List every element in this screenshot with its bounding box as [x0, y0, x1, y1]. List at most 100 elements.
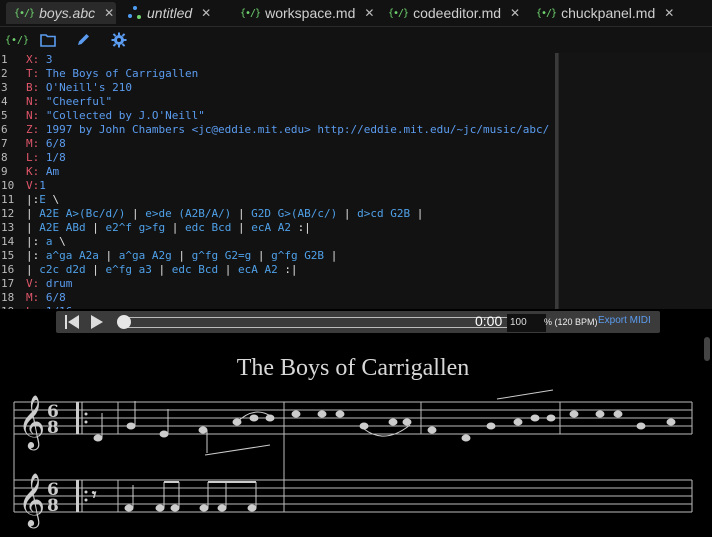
abc-music-token: e>de (A2B/A/) [138, 207, 238, 220]
tab-label: workspace.md [265, 5, 356, 21]
line-gutter: 12345678910111213141516171819 [0, 53, 26, 309]
chuck-logo-icon: {•/} [536, 7, 557, 19]
line-number: 10 [1, 179, 15, 192]
code-line[interactable]: L: 1/8 [26, 151, 556, 165]
code-line[interactable]: | c2c d2d | e^fg a3 | edc Bcd | ecA A2 :… [26, 263, 556, 277]
abc-music-token: | [343, 207, 351, 220]
code-line[interactable]: N: "Collected by J.O'Neill" [26, 109, 556, 123]
chuck-logo-icon[interactable]: {•/} [5, 31, 29, 49]
close-icon[interactable]: ✕ [664, 6, 674, 20]
line-number: 17 [1, 277, 15, 290]
line-number: 15 [1, 249, 15, 262]
code-line[interactable]: M: 6/8 [26, 291, 556, 305]
tab-boys-abc[interactable]: {•/} boys.abc ✕ [6, 2, 116, 24]
export-midi-link[interactable]: Export MIDI [598, 315, 651, 326]
bpm-label: % (120 BPM) [544, 317, 598, 327]
abc-field-key: M: [26, 291, 40, 304]
code-line[interactable]: B: O'Neill's 210 [26, 81, 556, 95]
abc-music-token: | [92, 221, 99, 234]
code-line[interactable]: M: 6/8 [26, 137, 556, 151]
abc-music-token: d>cd G2B [350, 207, 417, 220]
abc-field-value: drum [39, 277, 73, 290]
chuck-logo-icon: {•/} [388, 7, 409, 19]
abc-field-value: 1997 by John Chambers <jc@eddie.mit.edu>… [39, 123, 550, 136]
rewind-button[interactable] [64, 314, 80, 330]
line-number: 12 [1, 207, 15, 220]
code-line[interactable]: V: drum [26, 277, 556, 291]
tab-label: chuckpanel.md [561, 5, 656, 21]
abc-music-token: edc Bcd [165, 263, 225, 276]
tab-label: boys.abc [39, 5, 96, 21]
tempo-input[interactable] [507, 314, 546, 332]
abc-music-token: |: [26, 249, 40, 262]
abc-music-token: a^ga A2a [39, 249, 106, 262]
abc-music-token: |: [26, 235, 40, 248]
minimap[interactable] [558, 53, 712, 309]
abc-music-token: g^fg G2=g [184, 249, 258, 262]
abc-music-token: c2c d2d [32, 263, 93, 276]
code-line[interactable]: Z: 1997 by John Chambers <jc@eddie.mit.e… [26, 123, 556, 137]
abc-music-token: E [39, 193, 53, 206]
abc-field-key: N: [26, 95, 40, 108]
code-line[interactable]: T: The Boys of Carrigallen [26, 67, 556, 81]
abc-music-token: :| [297, 221, 311, 234]
abc-field-key: X: [26, 53, 40, 66]
code-line[interactable]: |: a^ga A2a | a^ga A2g | g^fg G2=g | g^f… [26, 249, 556, 263]
code-line[interactable]: |:E \ [26, 193, 556, 207]
abc-field-key: B: [26, 81, 40, 94]
abc-music-token: | [26, 221, 33, 234]
tab-label: untitled [147, 5, 193, 21]
line-number: 6 [1, 123, 8, 136]
abc-field-value: 3 [39, 53, 53, 66]
tab-codeeditor-md[interactable]: {•/} codeeditor.md ✕ [380, 2, 528, 24]
line-number: 14 [1, 235, 15, 248]
gear-icon[interactable] [110, 31, 128, 49]
line-number: 19 [0, 305, 26, 309]
code-line[interactable]: |: a \ [26, 235, 556, 249]
toolbar: {•/} [0, 27, 712, 53]
abc-field-key: K: [26, 165, 40, 178]
close-icon[interactable]: ✕ [104, 6, 114, 20]
code-line[interactable]: V:1 [26, 179, 556, 193]
code-line[interactable]: K: Am [26, 165, 556, 179]
code-line[interactable]: L: 1/16 [26, 305, 556, 309]
treble-clef-icon: 𝄞 [18, 472, 45, 528]
folder-icon[interactable] [39, 31, 57, 49]
abc-music-token: | [416, 207, 424, 220]
tab-workspace-md[interactable]: {•/} workspace.md ✕ [232, 2, 380, 24]
code-editor[interactable]: 12345678910111213141516171819 X: 3T: The… [0, 53, 712, 309]
abc-music-token: ecA A2 [231, 263, 285, 276]
treble-clef-icon: 𝄞 [18, 394, 45, 450]
abc-music-token: |: [26, 193, 40, 206]
playback-time: 0:00 [475, 313, 503, 329]
tab-untitled[interactable]: untitled ✕ [122, 2, 232, 24]
code-line[interactable]: X: 3 [26, 53, 556, 67]
abc-music-token: edc Bcd [178, 221, 238, 234]
abc-field-value: 1/8 [39, 151, 66, 164]
close-icon[interactable]: ✕ [201, 6, 211, 20]
progress-track[interactable] [118, 317, 524, 328]
pencil-icon[interactable] [74, 31, 92, 49]
abc-music-token: a [39, 235, 60, 248]
abc-field-value: "Cheerful" [39, 95, 113, 108]
dots-icon [128, 6, 142, 20]
abc-field-key: L: [26, 305, 39, 309]
play-button[interactable] [89, 314, 105, 330]
tab-chuckpanel-md[interactable]: {•/} chuckpanel.md ✕ [528, 2, 698, 24]
line-number: 2 [1, 67, 8, 80]
abc-music-token: e^fg a3 [98, 263, 159, 276]
close-icon[interactable]: ✕ [364, 6, 374, 20]
line-number: 4 [1, 95, 8, 108]
abc-music-token: | [92, 263, 99, 276]
code-line[interactable]: | A2E A>(Bc/d/) | e>de (A2B/A/) | G2D G>… [26, 207, 556, 221]
abc-music-token: | [237, 207, 245, 220]
code-area[interactable]: X: 3 T: The Boys of Carrigallen B: O'Neill… [26, 53, 556, 309]
line-number: 8 [1, 151, 8, 164]
code-line[interactable]: N: "Cheerful" [26, 95, 556, 109]
code-line[interactable]: | A2E ABd | e2^f g>fg | edc Bcd | ecA A2… [26, 221, 556, 235]
close-icon[interactable]: ✕ [510, 6, 520, 20]
abc-field-value: 6/8 [39, 291, 66, 304]
abc-music-token: a^ga A2g [112, 249, 179, 262]
abc-field-key: T: [26, 67, 40, 80]
progress-knob[interactable] [117, 315, 131, 329]
